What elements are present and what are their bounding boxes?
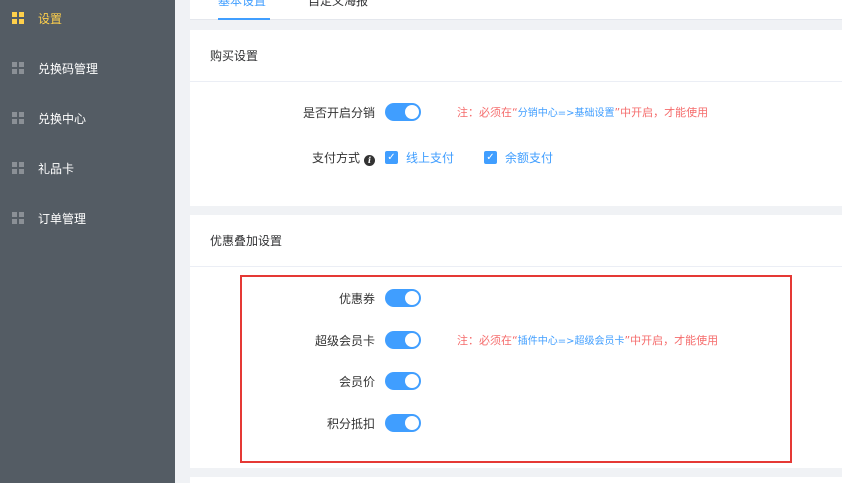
sidebar-item-gift-card[interactable]: 礼品卡 bbox=[0, 143, 175, 193]
switch-knob bbox=[405, 105, 419, 119]
tabs-bar: 基本设置 自定义海报 bbox=[190, 0, 842, 20]
check-icon: ✓ bbox=[385, 151, 398, 164]
online-pay-checkbox[interactable]: ✓ 线上支付 bbox=[385, 149, 454, 166]
sidebar-item-label: 礼品卡 bbox=[38, 161, 75, 176]
balance-pay-checkbox[interactable]: ✓ 余额支付 bbox=[484, 149, 553, 166]
distribution-row: 是否开启分销 注：必须在“分销中心=>基础设置”中开启，才能使用 bbox=[190, 97, 840, 127]
online-pay-label: 线上支付 bbox=[406, 151, 455, 165]
next-card bbox=[190, 477, 842, 483]
highlight-annotation-box bbox=[240, 275, 792, 463]
distribution-note: 注：必须在“分销中心=>基础设置”中开启，才能使用 bbox=[457, 104, 708, 120]
sidebar-item-redeem-code[interactable]: 兑换码管理 bbox=[0, 43, 175, 93]
note-suffix: ”中开启，才能使用 bbox=[614, 106, 709, 119]
tab-basic-settings[interactable]: 基本设置 bbox=[218, 0, 266, 9]
sidebar-item-settings[interactable]: 设置 bbox=[0, 0, 175, 43]
tab-custom-poster[interactable]: 自定义海报 bbox=[308, 0, 368, 9]
sidebar-item-label: 兑换码管理 bbox=[38, 61, 99, 76]
note-prefix: 注：必须在“ bbox=[457, 106, 518, 119]
purchase-settings-card: 购买设置 是否开启分销 注：必须在“分销中心=>基础设置”中开启，才能使用 支付… bbox=[190, 30, 842, 206]
card-title: 优惠叠加设置 bbox=[190, 215, 842, 267]
info-icon[interactable]: i bbox=[364, 155, 375, 166]
payment-label-text: 支付方式 bbox=[311, 151, 360, 165]
grid-icon bbox=[12, 112, 24, 124]
grid-icon bbox=[12, 212, 24, 224]
balance-pay-label: 余额支付 bbox=[505, 151, 554, 165]
note-path: 分销中心=>基础设置 bbox=[517, 108, 615, 119]
grid-icon bbox=[12, 62, 24, 74]
sidebar-item-label: 订单管理 bbox=[38, 211, 87, 226]
distribution-switch[interactable] bbox=[385, 103, 421, 121]
grid-icon bbox=[12, 162, 24, 174]
sidebar: 设置 兑换码管理 兑换中心 礼品卡 订单管理 bbox=[0, 0, 175, 483]
card-title: 购买设置 bbox=[190, 30, 842, 82]
tab-active-indicator bbox=[218, 18, 270, 20]
sidebar-item-label: 设置 bbox=[38, 11, 63, 26]
sidebar-item-orders[interactable]: 订单管理 bbox=[0, 193, 175, 243]
grid-icon bbox=[12, 12, 24, 24]
payment-label: 支付方式 i bbox=[190, 149, 375, 166]
sidebar-item-redeem-center[interactable]: 兑换中心 bbox=[0, 93, 175, 143]
payment-row: 支付方式 i ✓ 线上支付 ✓ 余额支付 bbox=[190, 142, 840, 172]
check-icon: ✓ bbox=[484, 151, 497, 164]
distribution-label: 是否开启分销 bbox=[302, 106, 375, 120]
sidebar-item-label: 兑换中心 bbox=[38, 111, 87, 126]
